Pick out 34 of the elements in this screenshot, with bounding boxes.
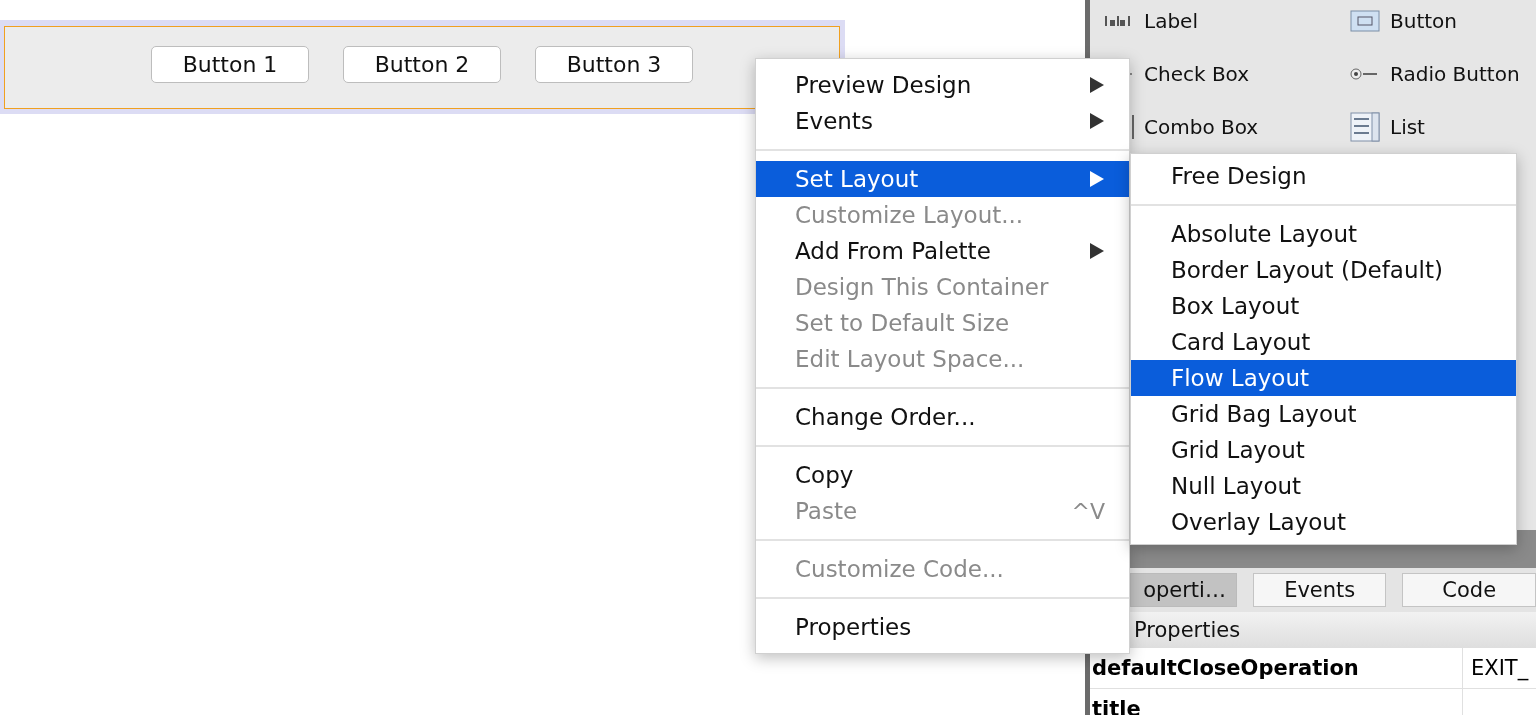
list-icon xyxy=(1350,112,1380,142)
menu-item[interactable]: Add From Palette xyxy=(756,233,1129,269)
form-button[interactable]: Button 2 xyxy=(343,46,501,83)
menu-item[interactable]: Border Layout (Default) xyxy=(1131,252,1516,288)
submenu-arrow-icon xyxy=(1089,112,1105,130)
submenu-arrow-icon xyxy=(1089,242,1105,260)
shortcut-text: ^V xyxy=(1071,498,1105,524)
properties-tab[interactable]: Events xyxy=(1252,573,1387,607)
menu-item[interactable]: Overlay Layout xyxy=(1131,504,1516,540)
palette-item[interactable]: List xyxy=(1336,106,1536,148)
menu-item[interactable]: Grid Bag Layout xyxy=(1131,396,1516,432)
menu-item[interactable]: Preview Design xyxy=(756,67,1129,103)
menu-item[interactable]: Copy xyxy=(756,457,1129,493)
properties-tab[interactable]: Code xyxy=(1402,573,1536,607)
palette-item[interactable]: Label xyxy=(1090,0,1336,42)
menu-item[interactable]: Card Layout xyxy=(1131,324,1516,360)
menu-item[interactable]: Set Layout xyxy=(756,161,1129,197)
palette-item[interactable]: Radio Button xyxy=(1336,53,1536,95)
menu-item[interactable]: Grid Layout xyxy=(1131,432,1516,468)
palette-item[interactable]: Button xyxy=(1336,0,1536,42)
button-icon xyxy=(1350,10,1380,32)
submenu-arrow-icon xyxy=(1089,170,1105,188)
menu-item[interactable]: Null Layout xyxy=(1131,468,1516,504)
submenu-arrow-icon xyxy=(1089,76,1105,94)
menu-item[interactable]: Box Layout xyxy=(1131,288,1516,324)
property-value[interactable]: EXIT_ xyxy=(1463,648,1536,688)
properties-tab[interactable]: operti… xyxy=(1130,573,1237,607)
menu-item[interactable]: Change Order... xyxy=(756,399,1129,435)
form-button[interactable]: Button 1 xyxy=(151,46,309,83)
radio-button-icon xyxy=(1350,67,1380,81)
menu-item[interactable]: Absolute Layout xyxy=(1131,216,1516,252)
menu-item[interactable]: Flow Layout xyxy=(1131,360,1516,396)
menu-item[interactable]: Free Design xyxy=(1131,158,1516,194)
form-button[interactable]: Button 3 xyxy=(535,46,693,83)
